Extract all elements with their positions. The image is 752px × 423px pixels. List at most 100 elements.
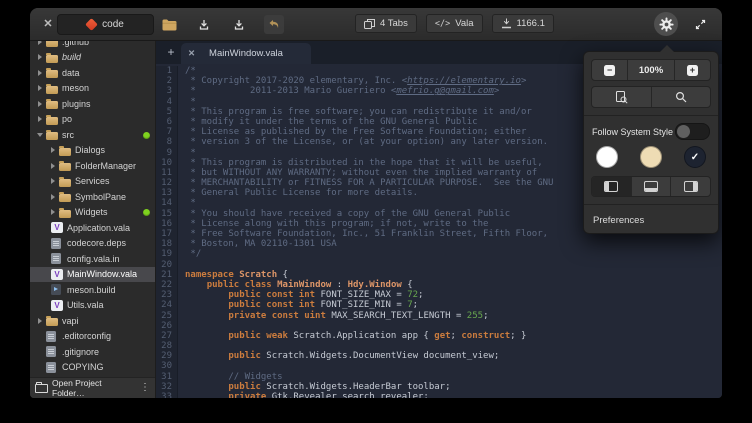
sidebar-item-codecore-deps[interactable]: codecore.deps [30,236,155,252]
line-number: 21 [156,270,178,280]
doc-icon [46,346,56,357]
sidebar-item-meson[interactable]: meson [30,81,155,97]
sidebar-item-symbolpane[interactable]: SymbolPane [30,189,155,205]
gear-icon [659,17,674,32]
sidebar-menu-button[interactable]: ⋮ [140,383,150,393]
sidebar-item-build[interactable]: build [30,50,155,66]
folder-icon [59,148,71,156]
code-line: 20 [156,260,722,270]
find-in-project-button[interactable] [592,87,651,107]
sidebar-item-utils-vala[interactable]: Utils.vala [30,298,155,314]
expander-icon[interactable] [49,194,57,200]
popover-separator [584,204,718,205]
expander-icon[interactable] [36,70,44,76]
sidebar-item-mainwindow-vala[interactable]: MainWindow.vala [30,267,155,283]
sidebar-item-io-elementary-code-yml[interactable]: io.elementary.code.yml [30,375,155,377]
sidebar-item-label: Application.vala [67,223,155,233]
sidebar-item--editorconfig[interactable]: .editorconfig [30,329,155,345]
code-app-window: ✕ code [30,8,722,398]
sidebar-left-icon [604,181,618,192]
expander-icon[interactable] [49,178,57,184]
expander-icon[interactable] [36,41,44,45]
folder-icon [59,210,71,218]
language-mode-button[interactable]: </> Vala [426,14,483,33]
expander-icon[interactable] [36,85,44,91]
project-chooser-button[interactable]: code [57,14,154,35]
project-name: code [102,19,124,30]
expander-icon[interactable] [36,101,44,107]
sidebar-item--github[interactable]: .github [30,41,155,50]
sidebar-item-application-vala[interactable]: Application.vala [30,220,155,236]
find-button[interactable] [651,87,711,107]
vala-icon [51,222,63,233]
open-project-folder-button[interactable]: Open Project Folder… [52,378,136,398]
project-file-tree[interactable]: .githubbuilddatameson plugins po srcDialogs… [30,41,155,377]
tab-mainwindow-vala[interactable]: ✕ MainWindow.vala [181,43,311,64]
goto-line-button[interactable]: 1166.1 [492,14,554,33]
preferences-menu-item[interactable]: Preferences [591,212,711,226]
settings-menu-button[interactable] [654,12,678,36]
style-dark-button[interactable]: ✓ [684,146,706,168]
code-app-logo-icon [85,18,98,31]
sidebar-item-label: po [62,114,155,124]
window-close-button[interactable]: ✕ [40,16,56,32]
code-line: 27 public weak Scratch.Application app {… [156,331,722,341]
sidebar-item-copying[interactable]: COPYING [30,360,155,376]
folder-icon [46,70,58,78]
goto-line-icon [501,18,512,29]
zoom-out-icon: − [604,65,615,76]
toggle-right-panel-button[interactable] [670,177,710,196]
expander-icon[interactable] [36,318,44,324]
tab-close-icon[interactable]: ✕ [188,48,200,59]
line-number: 29 [156,351,178,361]
expander-icon[interactable] [49,209,57,215]
code-line: 29 public Scratch.Widgets.DocumentView d… [156,351,722,361]
sidebar-item-widgets[interactable]: Widgets [30,205,155,221]
panel-bottom-icon [644,181,658,192]
sidebar-item-config-vala-in[interactable]: config.vala.in [30,251,155,267]
sidebar-item-meson-build[interactable]: meson.build [30,282,155,298]
code-line: 33 private Gtk.Revealer search_revealer; [156,392,722,398]
new-tab-button[interactable]: + [164,45,178,59]
zoom-in-button[interactable]: + [674,60,710,80]
line-number: 11 [156,168,178,178]
code-line: 32 public Scratch.Widgets.HeaderBar tool… [156,382,722,392]
expander-icon[interactable] [36,133,44,137]
search-icon [675,91,687,103]
save-as-button[interactable] [229,15,249,34]
line-number: 27 [156,331,178,341]
sidebar-item-src[interactable]: src [30,127,155,143]
revert-button[interactable] [264,15,284,34]
sidebar-item-label: config.vala.in [67,254,155,264]
sidebar-item-services[interactable]: Services [30,174,155,190]
line-number: 4 [156,97,178,107]
line-number: 7 [156,127,178,137]
expander-icon[interactable] [49,163,57,169]
save-button[interactable] [194,15,214,34]
sidebar-item-data[interactable]: data [30,65,155,81]
code-line: 21namespace Scratch { [156,270,722,280]
line-number: 32 [156,382,178,392]
sidebar-item-po[interactable]: po [30,112,155,128]
sidebar-item-label: MainWindow.vala [67,269,155,279]
follow-system-style-toggle[interactable] [675,123,710,140]
open-file-button[interactable] [159,15,179,34]
sidebar-item-plugins[interactable]: plugins [30,96,155,112]
fullscreen-button[interactable] [693,17,708,32]
toggle-bottom-panel-button[interactable] [631,177,671,196]
expander-icon[interactable] [36,116,44,122]
sidebar-item-foldermanager[interactable]: FolderManager [30,158,155,174]
folder-icon [46,41,58,47]
sidebar-item-dialogs[interactable]: Dialogs [30,143,155,159]
zoom-out-button[interactable]: − [592,60,627,80]
expander-icon[interactable] [49,147,57,153]
style-light-button[interactable] [596,146,618,168]
tabs-overview-button[interactable]: 4 Tabs [355,14,417,33]
style-sepia-button[interactable] [640,146,662,168]
sidebar-item-label: Services [75,176,155,186]
sidebar-item-label: plugins [62,99,155,109]
toggle-sidebar-button[interactable] [592,177,631,196]
expander-icon[interactable] [36,54,44,60]
sidebar-item--gitignore[interactable]: .gitignore [30,344,155,360]
sidebar-item-vapi[interactable]: vapi [30,313,155,329]
